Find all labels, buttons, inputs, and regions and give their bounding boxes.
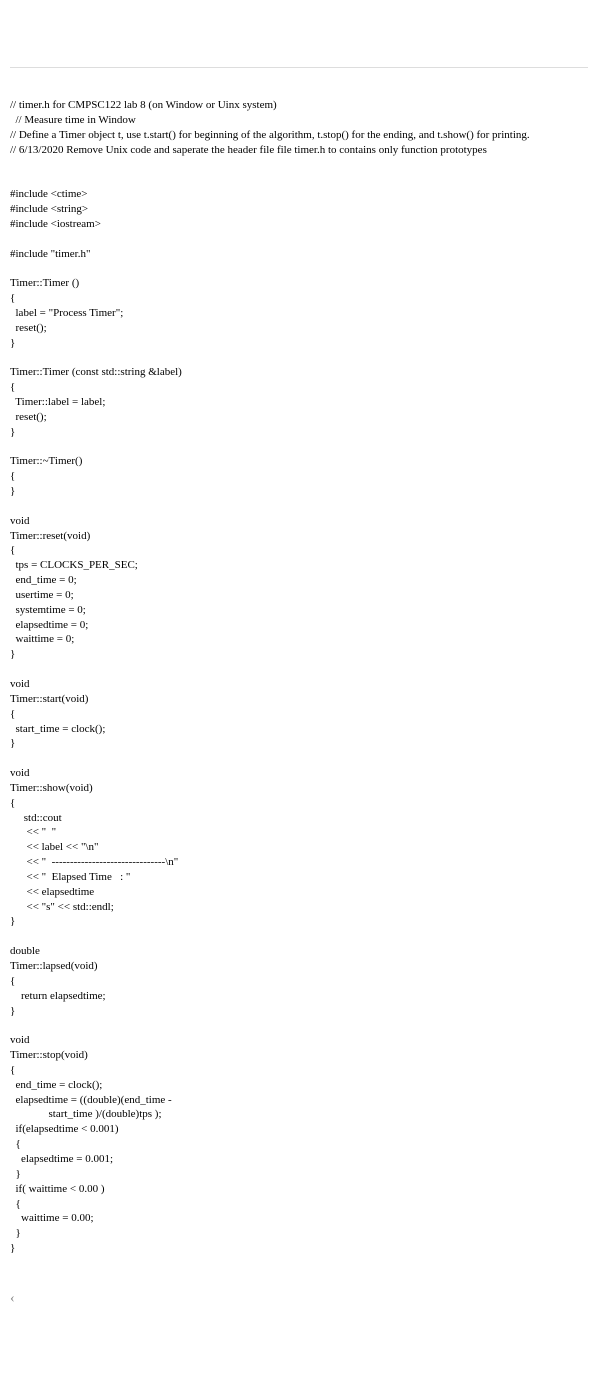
code-line: { (10, 1137, 588, 1152)
code-line: Timer::label = label; (10, 395, 588, 410)
code-line: #include "timer.h" (10, 247, 588, 262)
code-line: } (10, 1226, 588, 1241)
code-line: void (10, 1033, 588, 1048)
code-line: Timer::reset(void) (10, 529, 588, 544)
code-line: elapsedtime = 0; (10, 618, 588, 633)
code-line: reset(); (10, 321, 588, 336)
code-line: #include <ctime> (10, 187, 588, 202)
code-line (10, 1018, 588, 1033)
code-line: << " Elapsed Time : " (10, 870, 588, 885)
code-line: usertime = 0; (10, 588, 588, 603)
code-line: { (10, 380, 588, 395)
code-line: systemtime = 0; (10, 603, 588, 618)
code-line: { (10, 291, 588, 306)
code-line: #include <string> (10, 202, 588, 217)
code-line: // 6/13/2020 Remove Unix code and sapera… (10, 143, 588, 158)
code-line: reset(); (10, 410, 588, 425)
code-line: << "s" << std::endl; (10, 900, 588, 915)
code-line: << label << "\n" (10, 840, 588, 855)
code-line: { (10, 707, 588, 722)
code-line: elapsedtime = ((double)(end_time - (10, 1093, 588, 1108)
code-line: Timer::Timer () (10, 276, 588, 291)
code-line: Timer::stop(void) (10, 1048, 588, 1063)
code-line: double (10, 944, 588, 959)
code-line (10, 499, 588, 514)
code-line: } (10, 425, 588, 440)
code-line: waittime = 0.00; (10, 1211, 588, 1226)
code-line: << " -------------------------------\n" (10, 855, 588, 870)
code-line: Timer::show(void) (10, 781, 588, 796)
code-line: // timer.h for CMPSC122 lab 8 (on Window… (10, 98, 588, 113)
code-line: end_time = clock(); (10, 1078, 588, 1093)
code-line: if(elapsedtime < 0.001) (10, 1122, 588, 1137)
code-line: } (10, 484, 588, 499)
code-line: } (10, 736, 588, 751)
code-line: // Measure time in Window (10, 113, 588, 128)
code-line: tps = CLOCKS_PER_SEC; (10, 558, 588, 573)
code-line: << " " (10, 825, 588, 840)
code-line (10, 439, 588, 454)
code-line: } (10, 1167, 588, 1182)
code-line: void (10, 766, 588, 781)
code-line: { (10, 543, 588, 558)
code-line: void (10, 677, 588, 692)
code-line (10, 662, 588, 677)
code-line (10, 157, 588, 172)
code-block: // timer.h for CMPSC122 lab 8 (on Window… (10, 67, 588, 1270)
code-line (10, 172, 588, 187)
code-line: Timer::Timer (const std::string &label) (10, 365, 588, 380)
code-line: { (10, 796, 588, 811)
code-line: return elapsedtime; (10, 989, 588, 1004)
code-line: elapsedtime = 0.001; (10, 1152, 588, 1167)
code-line: { (10, 1197, 588, 1212)
code-line: << elapsedtime (10, 885, 588, 900)
code-line: Timer::~Timer() (10, 454, 588, 469)
code-line: label = "Process Timer"; (10, 306, 588, 321)
code-line: #include <iostream> (10, 217, 588, 232)
code-line: Timer::start(void) (10, 692, 588, 707)
code-line: void (10, 514, 588, 529)
code-line: start_time )/(double)tps ); (10, 1107, 588, 1122)
code-line: { (10, 469, 588, 484)
code-line: Timer::lapsed(void) (10, 959, 588, 974)
code-line (10, 929, 588, 944)
code-line: { (10, 974, 588, 989)
code-line: } (10, 336, 588, 351)
code-line (10, 232, 588, 247)
code-line: start_time = clock(); (10, 722, 588, 737)
code-line: if( waittime < 0.00 ) (10, 1182, 588, 1197)
code-line: { (10, 1063, 588, 1078)
code-line: // Define a Timer object t, use t.start(… (10, 128, 588, 143)
code-line (10, 261, 588, 276)
code-line: } (10, 1004, 588, 1019)
code-line: std::cout (10, 811, 588, 826)
code-line (10, 751, 588, 766)
code-line: } (10, 914, 588, 929)
code-line: waittime = 0; (10, 632, 588, 647)
expand-icon[interactable]: ‹ (10, 1290, 588, 1309)
code-line: } (10, 1241, 588, 1256)
code-line: end_time = 0; (10, 573, 588, 588)
code-line: } (10, 647, 588, 662)
code-line (10, 350, 588, 365)
